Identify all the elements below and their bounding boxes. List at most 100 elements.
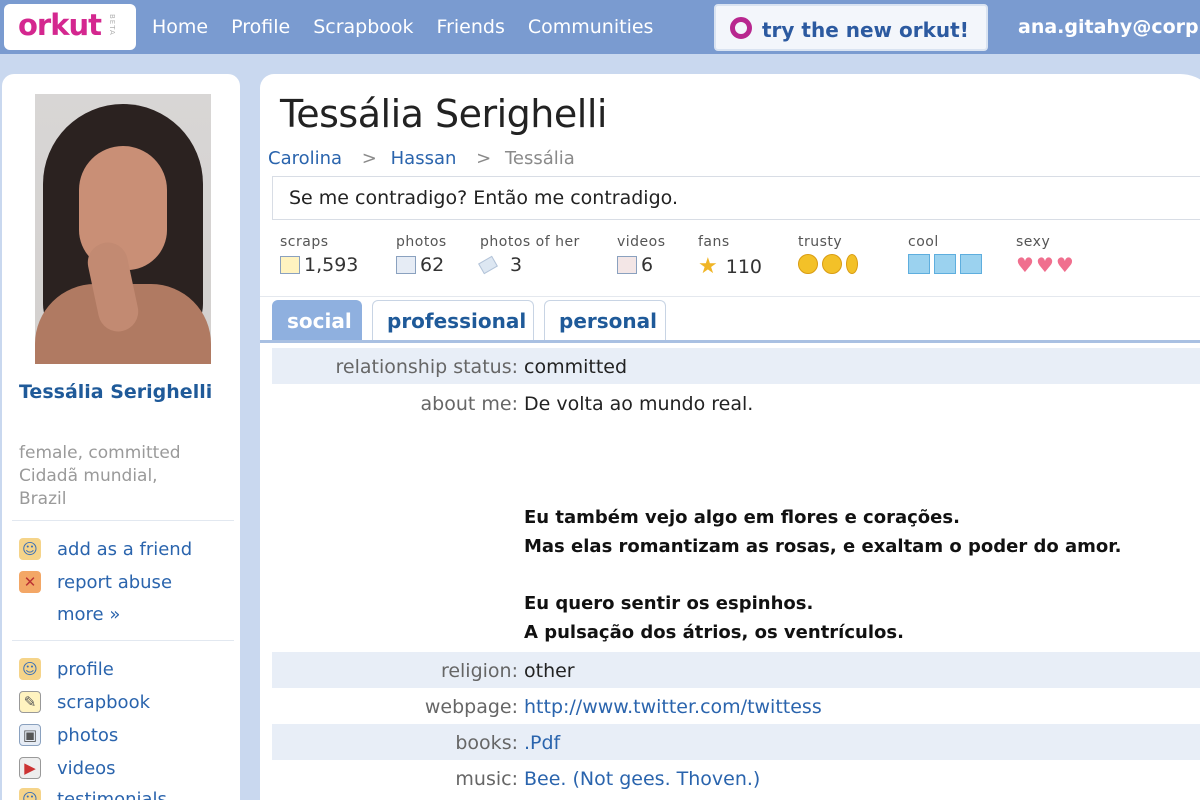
logo-text: orkut (18, 8, 102, 42)
breadcrumb-item[interactable]: Hassan (391, 148, 457, 169)
more-actions-label: more » (57, 604, 121, 625)
field-value: committed (524, 356, 628, 378)
page-title: Tessália Serighelli (280, 92, 607, 136)
add-friend-link[interactable]: ☺ add as a friend (19, 538, 192, 560)
sidebar-item-videos[interactable]: ▶ videos (19, 757, 116, 779)
orkut-logo[interactable]: orkut BETA (4, 4, 136, 50)
nav-home[interactable]: Home (152, 16, 208, 38)
more-actions-link[interactable]: more » (57, 604, 120, 625)
info-city: Cidadã mundial, (19, 466, 158, 486)
field-about-me: about me: De volta ao mundo real. Eu tam… (272, 384, 1200, 652)
breadcrumb-current: Tessália (504, 148, 575, 169)
breadcrumb-separator: > (361, 148, 377, 169)
photos-icon: ▣ (19, 724, 41, 746)
field-label: music: (455, 768, 518, 790)
field-music: music: Bee. (Not gees. Thoven.) (272, 760, 1200, 796)
sidebar-divider (12, 640, 234, 641)
report-abuse-label: report abuse (57, 571, 173, 593)
stat-value: 3 (510, 254, 523, 276)
stat-photos-of-her[interactable]: photos of her 3 (478, 234, 580, 276)
sidebar-item-photos[interactable]: ▣ photos (19, 724, 118, 746)
video-icon (617, 256, 637, 274)
field-label: relationship status: (335, 356, 518, 378)
scrapbook-icon: ✎ (19, 691, 41, 713)
videos-icon: ▶ (19, 757, 41, 779)
smiley-icon (822, 254, 842, 274)
heart-icon: ♥ (1035, 253, 1054, 277)
profile-main-panel: Tessália Serighelli Carolina > Hassan > … (260, 74, 1200, 800)
stat-label: sexy (1016, 234, 1051, 250)
stat-photos[interactable]: photos 62 (396, 234, 447, 276)
profile-stats: scraps 1,593 photos 62 photos of her 3 v… (280, 234, 1200, 292)
stats-divider (260, 296, 1200, 297)
sidebar-profile-name[interactable]: Tessália Serighelli (19, 381, 212, 403)
tab-social[interactable]: social (272, 300, 362, 340)
sidebar-divider (12, 520, 234, 521)
sidebar-item-scrapbook[interactable]: ✎ scrapbook (19, 691, 150, 713)
heart-icon: ♥ (1016, 253, 1034, 277)
tag-icon (478, 255, 498, 275)
stat-scraps[interactable]: scraps 1,593 (280, 234, 358, 276)
trusty-rating (798, 254, 858, 274)
try-new-orkut-label: try the new orkut! (762, 18, 969, 42)
stat-label: cool (908, 234, 939, 250)
webpage-link[interactable]: http://www.twitter.com/twittess (524, 696, 822, 718)
sexy-rating: ♥ ♥ ♥ (1016, 254, 1074, 276)
nav-profile[interactable]: Profile (231, 16, 290, 38)
testimonials-icon: ☺ (19, 788, 41, 800)
field-label: religion: (440, 660, 518, 682)
tab-professional[interactable]: professional (372, 300, 534, 340)
about-line: Mas elas romantizam as rosas, e exaltam … (524, 536, 1122, 557)
breadcrumb-item[interactable]: Carolina (268, 148, 342, 169)
stat-label: videos (617, 234, 666, 250)
stat-fans[interactable]: fans ★ 110 (698, 234, 762, 279)
tab-personal[interactable]: personal (544, 300, 666, 340)
breadcrumb: Carolina > Hassan > Tessália (268, 148, 575, 169)
about-line: Eu quero sentir os espinhos. (524, 593, 814, 614)
heart-icon: ♥ (1055, 253, 1074, 277)
field-relationship-status: relationship status: committed (272, 348, 1200, 384)
stat-cool: cool (908, 234, 982, 274)
main-nav: Home Profile Scrapbook Friends Communiti… (152, 16, 676, 38)
field-label: webpage: (424, 696, 518, 718)
sidebar-item-testimonials[interactable]: ☺ testimonials (19, 788, 167, 800)
profile-sidebar: Tessália Serighelli female, committed Ci… (2, 74, 240, 800)
try-new-orkut-button[interactable]: try the new orkut! (714, 4, 988, 51)
ice-cube-icon (960, 254, 982, 274)
music-link[interactable]: Bee. (Not gees. Thoven.) (524, 768, 760, 790)
nav-scrapbook[interactable]: Scrapbook (313, 16, 413, 38)
ice-cube-icon (908, 254, 930, 274)
profile-photo[interactable] (35, 94, 211, 364)
field-webpage: webpage: http://www.twitter.com/twittess (272, 688, 1200, 724)
top-navigation-bar: orkut BETA Home Profile Scrapbook Friend… (0, 0, 1200, 54)
about-line: Eu também vejo algo em flores e corações… (524, 507, 960, 528)
report-abuse-link[interactable]: ✕ report abuse (19, 571, 172, 593)
info-country: Brazil (19, 489, 67, 509)
field-label: about me: (420, 393, 518, 415)
stat-label: scraps (280, 234, 329, 250)
stat-trusty: trusty (798, 234, 858, 274)
cool-rating (908, 254, 982, 274)
nav-communities[interactable]: Communities (528, 16, 654, 38)
stat-label: photos of her (480, 234, 580, 250)
orkut-circle-icon (730, 17, 752, 39)
add-friend-icon: ☺ (19, 538, 41, 560)
stat-videos[interactable]: videos 6 (617, 234, 666, 276)
ice-cube-icon (934, 254, 956, 274)
nav-friends[interactable]: Friends (437, 16, 505, 38)
photo-icon (396, 256, 416, 274)
stat-value: 62 (420, 254, 445, 276)
books-link[interactable]: .Pdf (524, 732, 560, 754)
user-account-link[interactable]: ana.gitahy@corp (1018, 16, 1199, 38)
tab-underline (260, 340, 1200, 343)
stat-label: trusty (798, 234, 843, 250)
sidebar-item-label: scrapbook (57, 691, 151, 713)
sidebar-item-label: videos (57, 757, 116, 779)
star-icon: ★ (698, 254, 718, 279)
status-message: Se me contradigo? Então me contradigo. (272, 176, 1200, 220)
stat-value: 6 (641, 254, 654, 276)
logo-beta-label: BETA (108, 14, 116, 36)
report-abuse-icon: ✕ (19, 571, 41, 593)
sidebar-item-profile[interactable]: ☺ profile (19, 658, 114, 680)
stat-value: 1,593 (304, 254, 359, 276)
